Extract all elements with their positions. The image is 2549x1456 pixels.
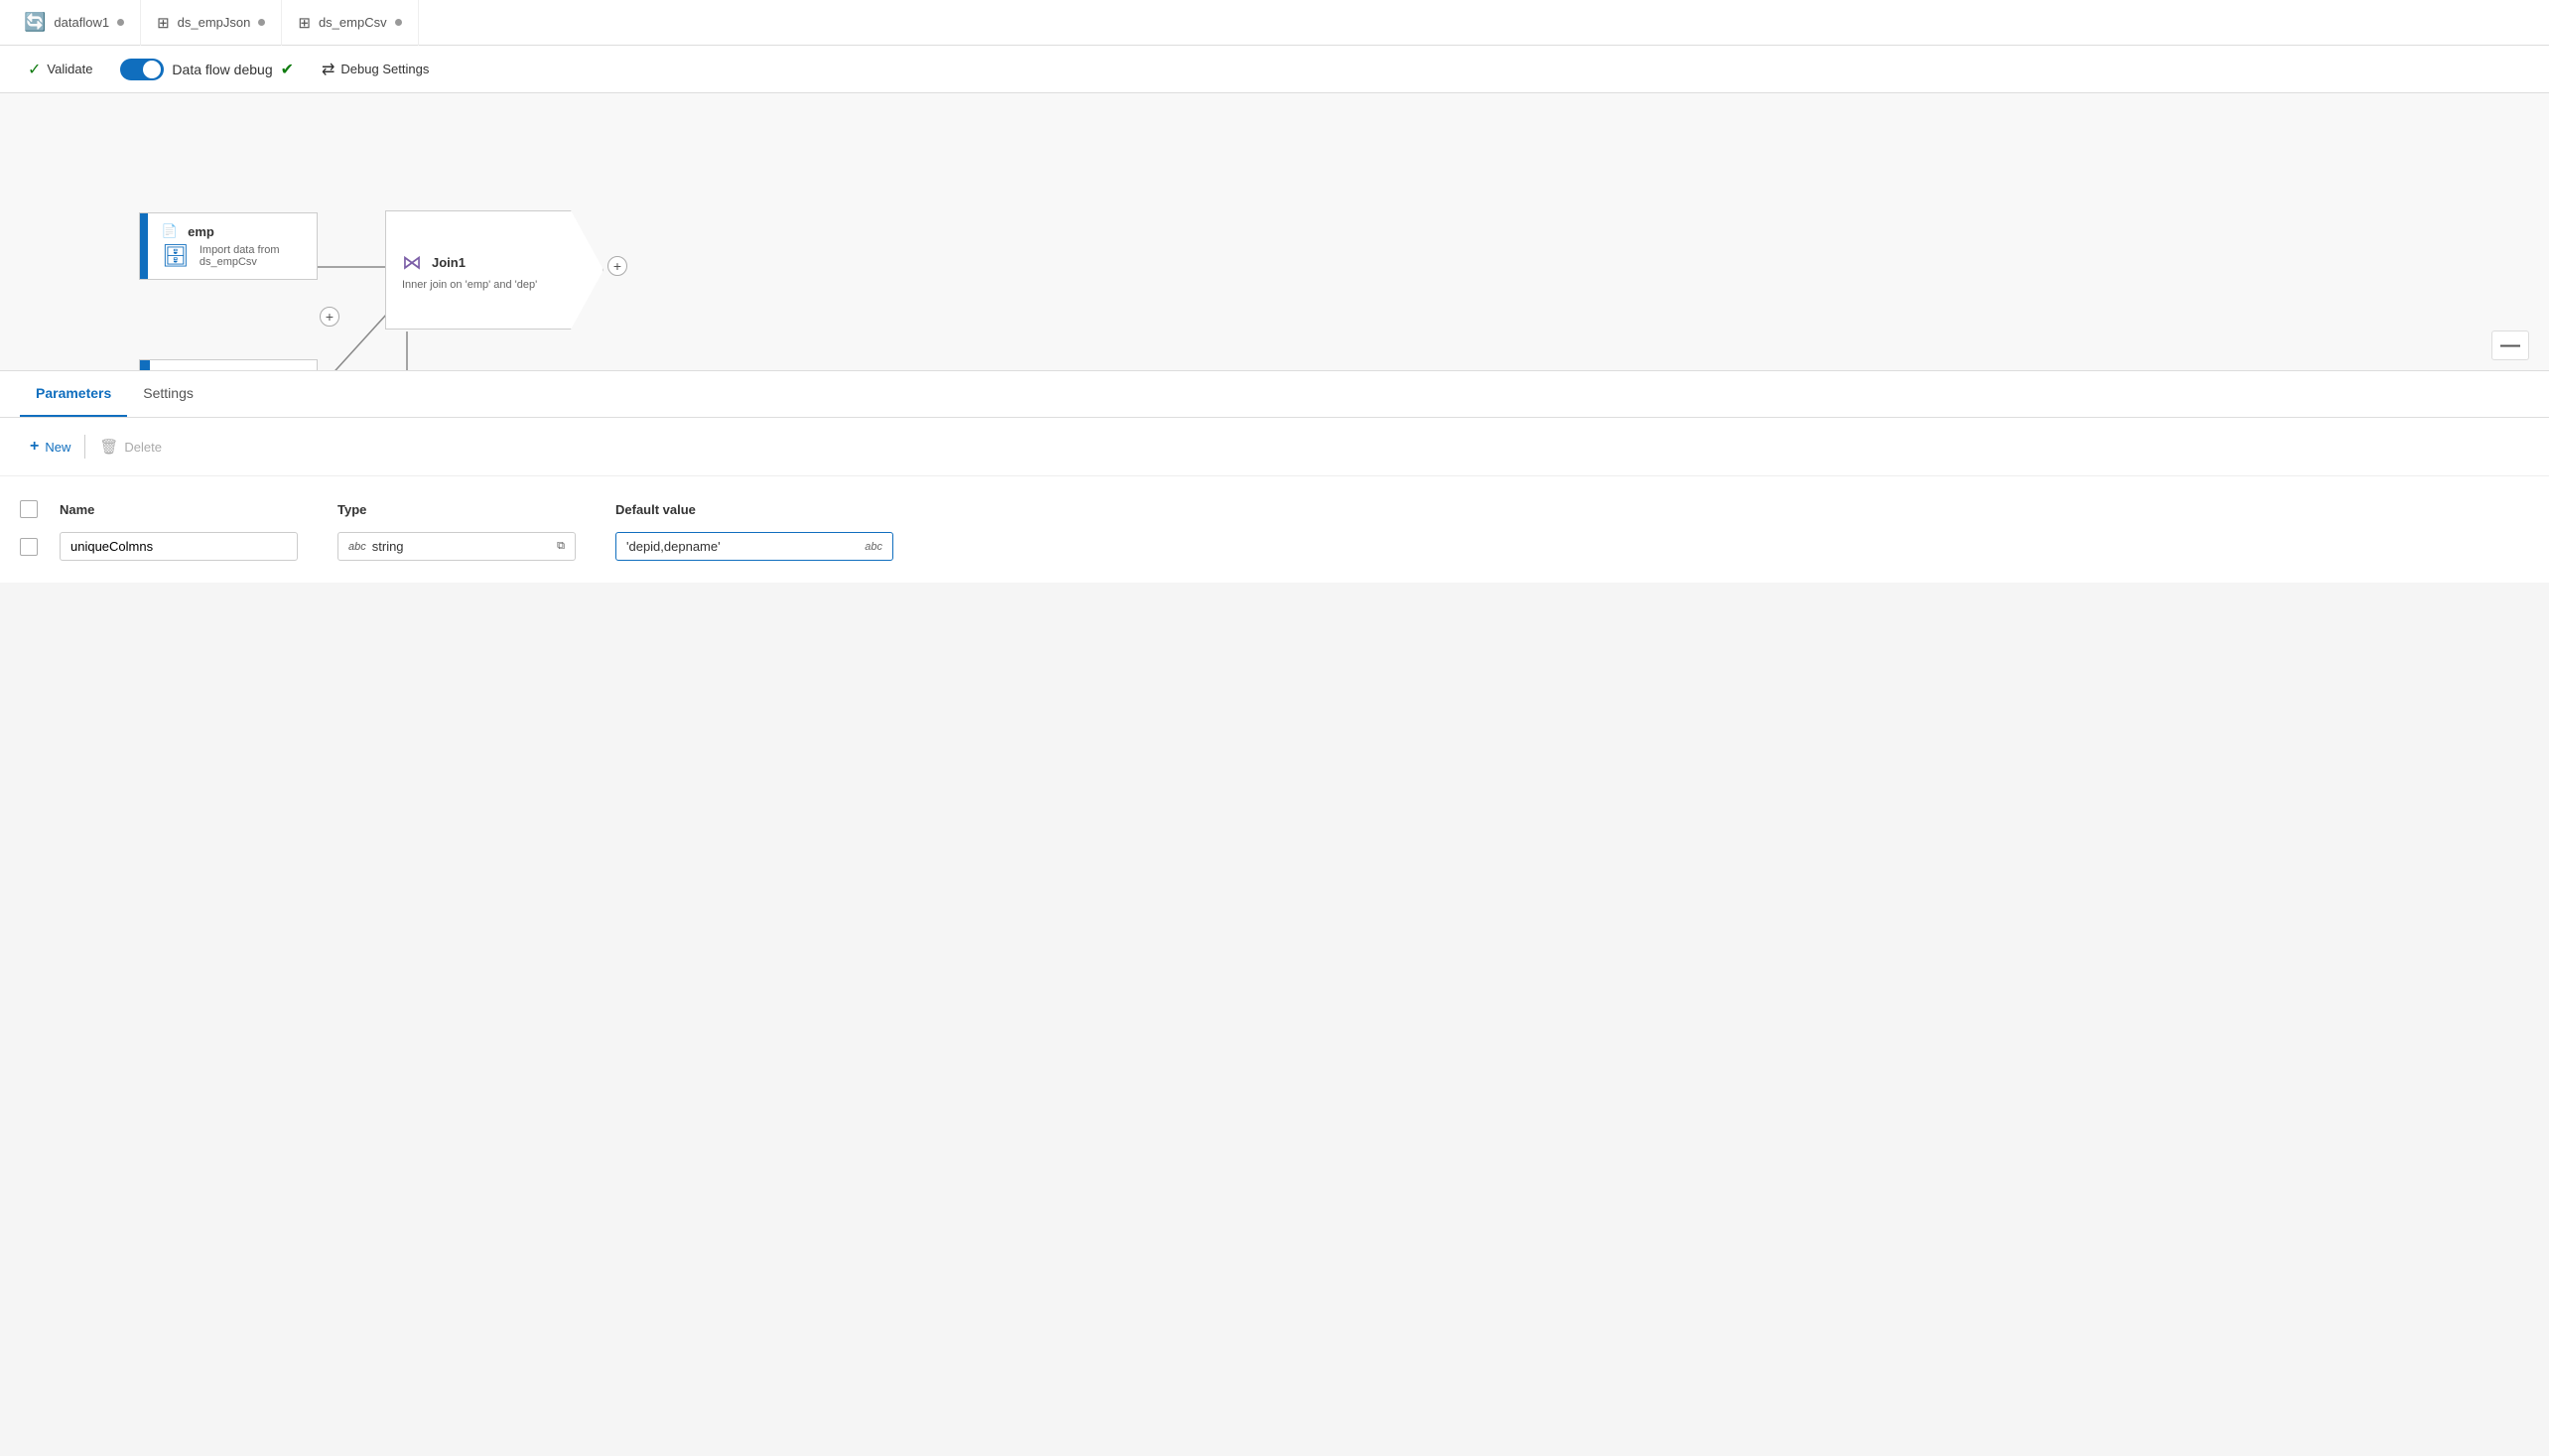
debug-check-icon: ✔ xyxy=(281,60,294,79)
tab-parameters[interactable]: Parameters xyxy=(20,371,127,417)
default-value: 'depid,depname' xyxy=(626,539,721,554)
table-row: abc string ⧉ 'depid,depname' abc xyxy=(20,526,2529,567)
type-field[interactable]: abc string ⧉ xyxy=(337,532,576,561)
tab-dataflow1[interactable]: 🔄 dataflow1 xyxy=(8,0,141,46)
emp-node-content: 📄 emp 🗄 Import data from ds_empCsv xyxy=(148,213,317,279)
trash-icon: 🗑 xyxy=(99,438,118,456)
default-abc-badge: abc xyxy=(865,541,882,553)
delete-label: Delete xyxy=(124,440,162,455)
join-node-header: ⋈ Join1 xyxy=(402,250,537,275)
connector-svg xyxy=(0,93,2549,370)
tab-settings[interactable]: Settings xyxy=(127,371,209,417)
tab-dot-ds-emp-json xyxy=(258,19,265,26)
header-checkbox[interactable] xyxy=(20,500,38,518)
tab-settings-label: Settings xyxy=(143,385,194,401)
join-node-title: Join1 xyxy=(432,255,466,270)
debug-toggle[interactable] xyxy=(120,59,164,80)
tab-label-ds-emp-json: ds_empJson xyxy=(178,15,251,30)
emp-node-bar xyxy=(140,213,148,279)
tab-dot-dataflow1 xyxy=(117,19,124,26)
header-default: Default value xyxy=(615,502,913,517)
bottom-panel: Parameters Settings + New 🗑 Delete Name … xyxy=(0,371,2549,583)
row-name-col xyxy=(60,532,337,561)
debug-toggle-container: Data flow debug ✔ xyxy=(120,59,294,80)
zoom-out-button[interactable]: — xyxy=(2500,335,2520,355)
emp-node-inner: 📄 emp xyxy=(162,223,303,239)
debug-settings-button[interactable]: ⇄ Debug Settings xyxy=(314,56,437,83)
tab-ds-emp-json[interactable]: ⊞ ds_empJson xyxy=(141,0,282,46)
tab-ds-emp-csv[interactable]: ⊞ ds_empCsv xyxy=(282,0,418,46)
debug-settings-icon: ⇄ xyxy=(322,60,335,79)
dataflow-icon: 🔄 xyxy=(24,12,46,33)
tab-label-ds-emp-csv: ds_empCsv xyxy=(319,15,387,30)
tab-parameters-label: Parameters xyxy=(36,385,111,401)
panel-actions: + New 🗑 Delete xyxy=(0,418,2549,476)
dep-node[interactable]: 📄 dep 🗄 xyxy=(139,359,318,371)
dep-file-icon: 📄 xyxy=(164,370,180,371)
header-name: Name xyxy=(60,502,337,517)
emp-node-title: emp xyxy=(188,224,214,239)
type-value: string xyxy=(372,539,404,554)
validate-button[interactable]: ✓ Validate xyxy=(20,56,100,83)
join-icon: ⋈ xyxy=(402,250,422,275)
type-dropdown-icon: ⧉ xyxy=(557,540,565,553)
name-input[interactable] xyxy=(60,532,298,561)
params-table: Name Type Default value abc string ⧉ ' xyxy=(0,476,2549,583)
dep-node-content: 📄 dep 🗄 xyxy=(150,360,226,371)
action-divider xyxy=(84,435,85,459)
checkmark-icon: ✓ xyxy=(28,60,41,79)
new-button[interactable]: + New xyxy=(20,432,80,462)
join-node-subtitle: Inner join on 'emp' and 'dep' xyxy=(402,279,537,291)
validate-label: Validate xyxy=(47,62,92,76)
tab-bar: 🔄 dataflow1 ⊞ ds_empJson ⊞ ds_empCsv xyxy=(0,0,2549,46)
emp-add-button[interactable]: + xyxy=(320,307,339,327)
tab-label-dataflow1: dataflow1 xyxy=(54,15,109,30)
join-node[interactable]: ⋈ Join1 Inner join on 'emp' and 'dep' xyxy=(385,210,604,330)
dep-node-bar xyxy=(140,360,150,371)
emp-db-icon: 🗄 xyxy=(162,243,190,269)
delete-button[interactable]: 🗑 Delete xyxy=(89,432,172,462)
default-value-field[interactable]: 'depid,depname' abc xyxy=(615,532,893,561)
table-icon-2: ⊞ xyxy=(298,14,311,32)
table-icon-1: ⊞ xyxy=(157,14,170,32)
header-type: Type xyxy=(337,502,615,517)
join-node-content: ⋈ Join1 Inner join on 'emp' and 'dep' xyxy=(386,236,577,305)
join-add-button[interactable]: + xyxy=(607,256,627,276)
dep-node-inner: 📄 dep xyxy=(164,370,212,371)
dep-node-title: dep xyxy=(190,371,212,372)
debug-settings-label: Debug Settings xyxy=(340,62,429,76)
panel-tabs: Parameters Settings xyxy=(0,371,2549,418)
new-label: New xyxy=(45,440,70,455)
row-checkbox-col xyxy=(20,538,60,556)
row-checkbox[interactable] xyxy=(20,538,38,556)
emp-node-body: 🗄 Import data from ds_empCsv xyxy=(162,243,303,269)
debug-label: Data flow debug xyxy=(172,62,272,77)
emp-node[interactable]: 📄 emp 🗄 Import data from ds_empCsv xyxy=(139,212,318,280)
tab-dot-ds-emp-csv xyxy=(395,19,402,26)
header-checkbox-col xyxy=(20,500,60,518)
emp-node-subtitle: Import data from ds_empCsv xyxy=(200,244,303,268)
canvas: 📄 emp 🗄 Import data from ds_empCsv + 📄 d… xyxy=(0,93,2549,371)
plus-icon: + xyxy=(30,438,39,456)
table-header: Name Type Default value xyxy=(20,492,2529,526)
zoom-control: — xyxy=(2491,331,2529,360)
type-badge: abc xyxy=(348,541,366,553)
row-type-col: abc string ⧉ xyxy=(337,532,615,561)
emp-file-icon: 📄 xyxy=(162,223,178,239)
row-default-col: 'depid,depname' abc xyxy=(615,532,913,561)
toolbar: ✓ Validate Data flow debug ✔ ⇄ Debug Set… xyxy=(0,46,2549,93)
